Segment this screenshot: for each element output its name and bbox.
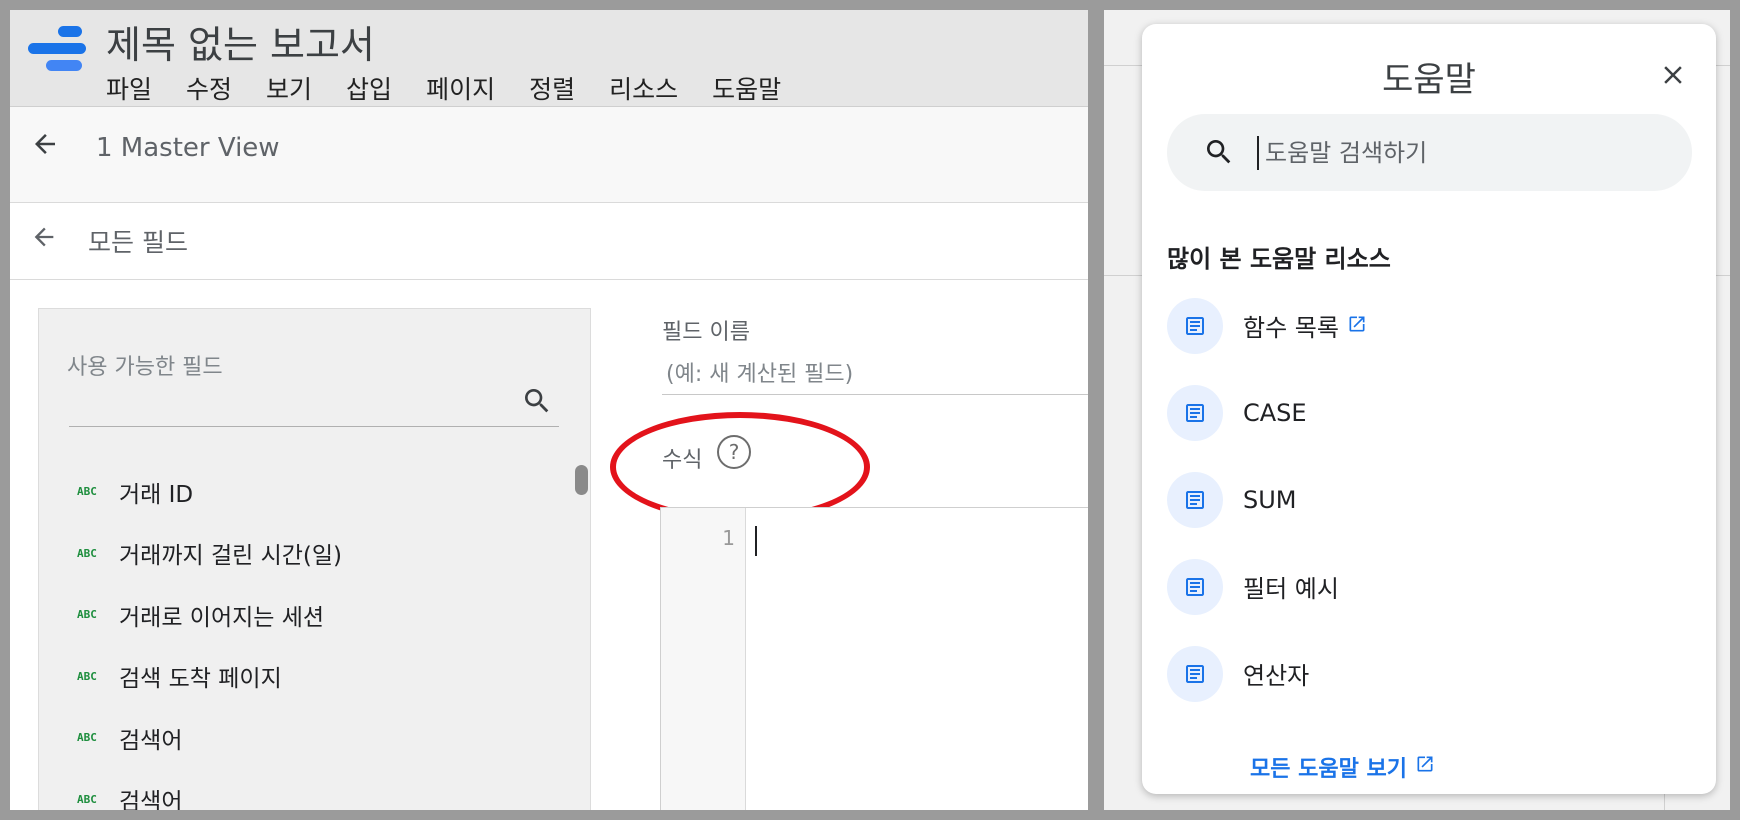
formula-label: 수식	[662, 448, 703, 473]
article-icon	[1167, 645, 1223, 702]
menu-insert[interactable]: 삽입	[346, 70, 392, 106]
field-list: ABC 거래 ID ABC 거래까지 걸린 시간(일) ABC 거래로 이어지는 세션…	[77, 461, 342, 810]
field-name: 검색 도착 페이지	[119, 666, 282, 693]
line-number-gutter: 1	[661, 508, 746, 810]
help-side-panel: 도움말 많이 본 도움말 리소스 함수 목록	[1104, 10, 1730, 810]
see-all-label: 모든 도움말 보기	[1250, 757, 1407, 782]
see-all-help-link[interactable]: 모든 도움말 보기	[1250, 751, 1435, 783]
help-resource-item[interactable]: 연산자	[1167, 630, 1367, 717]
menu-bar: 파일 수정 보기 삽입 페이지 정렬 리소스 도움말	[106, 70, 815, 106]
field-item[interactable]: ABC 거래로 이어지는 세션	[77, 584, 342, 646]
search-icon[interactable]	[1203, 136, 1235, 172]
fields-search-input[interactable]	[69, 426, 559, 427]
data-studio-logo	[28, 26, 86, 82]
field-name-input[interactable]: (예: 새 계산된 필드)	[666, 356, 853, 388]
text-type-icon: ABC	[77, 669, 97, 683]
data-source-bar: 1 Master View	[10, 107, 1088, 203]
menu-file[interactable]: 파일	[106, 70, 152, 106]
available-fields-panel: 사용 가능한 필드 ABC 거래 ID ABC 거래까지 걸린 시간(일) ABC 거…	[38, 308, 591, 810]
field-name: 거래 ID	[119, 481, 194, 508]
back-arrow-icon[interactable]	[30, 129, 60, 167]
help-search-input[interactable]	[1263, 132, 1667, 174]
formula-editor[interactable]: 1	[660, 507, 1088, 810]
article-icon	[1167, 471, 1223, 528]
open-in-new-icon	[1347, 314, 1367, 338]
field-name-label: 필드 이름	[662, 320, 750, 345]
article-icon	[1167, 297, 1223, 354]
all-fields-bar: 모든 필드	[10, 203, 1088, 280]
help-resource-item[interactable]: 함수 목록	[1167, 282, 1367, 369]
resource-label: SUM	[1243, 485, 1297, 514]
article-icon	[1167, 558, 1223, 615]
help-circle-icon[interactable]: ?	[717, 435, 751, 469]
text-type-icon: ABC	[77, 546, 97, 560]
resource-label: 필터 예시	[1243, 575, 1339, 603]
menu-arrange[interactable]: 정렬	[529, 70, 575, 106]
menu-edit[interactable]: 수정	[186, 70, 232, 106]
all-fields-link[interactable]: 모든 필드	[88, 223, 188, 259]
resource-label: 함수 목록	[1243, 314, 1339, 342]
field-item[interactable]: ABC 거래까지 걸린 시간(일)	[77, 523, 342, 585]
menu-view[interactable]: 보기	[266, 70, 312, 106]
help-dialog: 도움말 많이 본 도움말 리소스 함수 목록	[1142, 24, 1716, 794]
menu-page[interactable]: 페이지	[426, 70, 495, 106]
resource-label: 연산자	[1243, 662, 1310, 690]
search-icon[interactable]	[521, 385, 553, 421]
fields-scrollbar[interactable]	[575, 465, 588, 495]
help-resource-item[interactable]: CASE	[1167, 369, 1367, 456]
text-type-icon: ABC	[77, 608, 97, 622]
open-in-new-icon	[1415, 754, 1435, 780]
report-editor-panel: 제목 없는 보고서 파일 수정 보기 삽입 페이지 정렬 리소스 도움말 1 M…	[10, 10, 1088, 810]
data-source-name: 1 Master View	[96, 133, 280, 163]
field-name: 거래까지 걸린 시간(일)	[119, 543, 343, 570]
help-resource-list: 함수 목록 CASE SUM 필터 예시 연산자	[1167, 282, 1367, 717]
text-type-icon: ABC	[77, 485, 97, 499]
text-type-icon: ABC	[77, 731, 97, 745]
text-cursor	[755, 526, 757, 556]
field-name: 검색어	[119, 789, 183, 810]
back-arrow-icon[interactable]	[30, 223, 58, 259]
field-item[interactable]: ABC 검색 도착 페이지	[77, 646, 342, 708]
help-resource-item[interactable]: SUM	[1167, 456, 1367, 543]
field-item[interactable]: ABC 검색어	[77, 769, 342, 810]
field-name: 거래로 이어지는 세션	[119, 604, 325, 631]
app-bar: 제목 없는 보고서 파일 수정 보기 삽입 페이지 정렬 리소스 도움말	[10, 10, 1088, 107]
resource-label: CASE	[1243, 398, 1307, 427]
help-title: 도움말	[1382, 60, 1476, 100]
popular-resources-heading: 많이 본 도움말 리소스	[1167, 245, 1391, 273]
menu-help[interactable]: 도움말	[712, 70, 781, 106]
text-cursor	[1257, 136, 1259, 170]
help-resource-item[interactable]: 필터 예시	[1167, 543, 1367, 630]
help-search-box	[1167, 114, 1692, 191]
field-name-underline	[662, 394, 1088, 395]
available-fields-header: 사용 가능한 필드	[67, 355, 223, 380]
menu-resource[interactable]: 리소스	[609, 70, 678, 106]
field-item[interactable]: ABC 거래 ID	[77, 461, 342, 523]
text-type-icon: ABC	[77, 792, 97, 806]
article-icon	[1167, 384, 1223, 441]
line-number: 1	[722, 526, 735, 550]
report-title[interactable]: 제목 없는 보고서	[106, 14, 375, 69]
field-name: 검색어	[119, 727, 183, 754]
close-icon[interactable]	[1658, 60, 1688, 96]
field-item[interactable]: ABC 검색어	[77, 707, 342, 769]
